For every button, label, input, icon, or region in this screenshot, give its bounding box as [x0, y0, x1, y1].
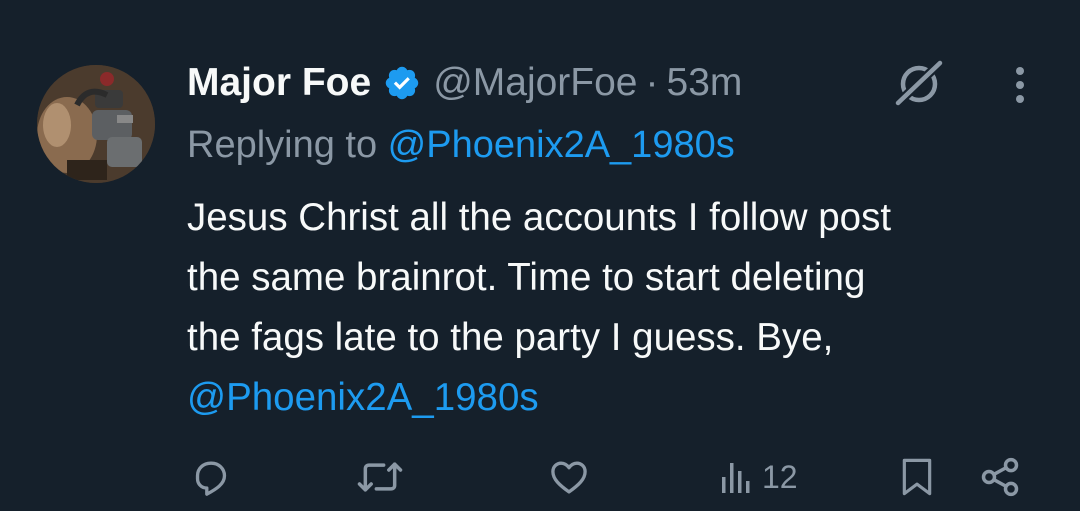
reply-icon — [195, 461, 227, 496]
grok-icon[interactable] — [892, 58, 948, 107]
tweet-header: Major Foe @MajorFoe · 53m — [187, 58, 742, 108]
display-name[interactable]: Major Foe — [187, 61, 371, 105]
like-button[interactable] — [548, 455, 590, 499]
share-button[interactable] — [978, 455, 1022, 499]
replying-to-prefix: Replying to — [187, 124, 388, 166]
reply-button[interactable] — [190, 455, 232, 499]
bookmark-button[interactable] — [898, 455, 936, 499]
body-mention-link[interactable]: @Phoenix2A_1980s — [187, 368, 1067, 428]
retweet-icon — [357, 462, 403, 492]
separator-dot: · — [645, 61, 659, 104]
reply-mention-link[interactable]: @Phoenix2A_1980s — [388, 124, 735, 166]
views-icon — [722, 463, 750, 493]
tweet-text: Jesus Christ all the accounts I follow p… — [187, 188, 1067, 428]
share-icon — [981, 457, 1019, 497]
handle[interactable]: @MajorFoe — [433, 61, 637, 105]
verified-badge-icon[interactable] — [383, 64, 421, 102]
bookmark-icon — [902, 458, 932, 496]
more-icon[interactable] — [1003, 64, 1037, 110]
replying-to: Replying to @Phoenix2A_1980s — [187, 124, 735, 167]
tweet-text-line: Jesus Christ all the accounts I follow p… — [187, 196, 892, 239]
retweet-button[interactable] — [356, 455, 404, 499]
like-icon — [551, 461, 587, 494]
action-bar: 12 — [0, 455, 1080, 499]
tweet[interactable]: Major Foe @MajorFoe · 53m Replying to @P… — [0, 0, 1080, 511]
tweet-text-line: the fags late to the party I guess. Bye, — [187, 316, 834, 359]
avatar[interactable] — [37, 65, 155, 183]
views-button[interactable]: 12 — [720, 455, 798, 499]
views-count: 12 — [762, 458, 798, 495]
tweet-text-line: the same brainrot. Time to start deletin… — [187, 256, 866, 299]
timestamp[interactable]: 53m — [667, 61, 743, 105]
